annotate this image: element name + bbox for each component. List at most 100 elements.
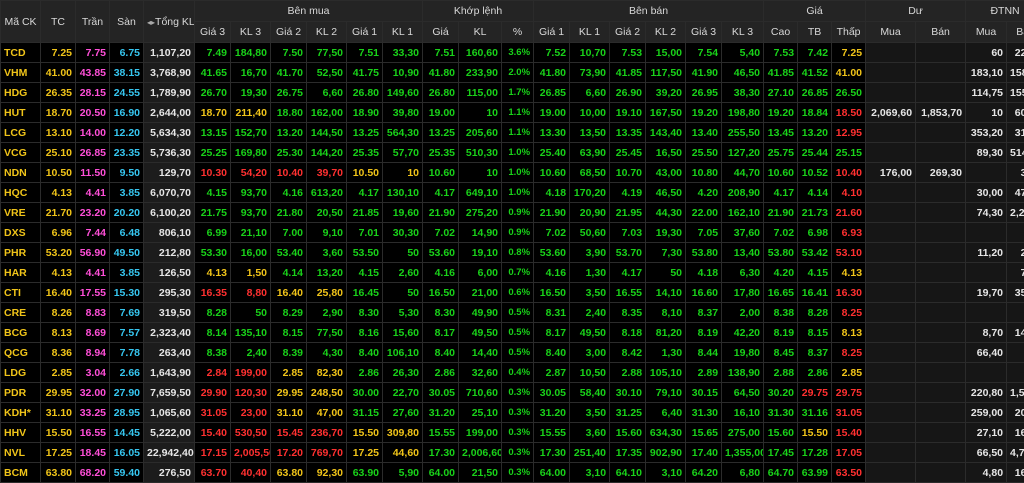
cell-23 xyxy=(916,43,966,63)
symbol-cell[interactable]: CTI xyxy=(1,283,41,303)
symbol-cell[interactable]: KDH* xyxy=(1,403,41,423)
table-row[interactable]: LCG13.1014.0012.205,634,3013.15152,7013.… xyxy=(1,123,1024,143)
symbol-cell[interactable]: LDG xyxy=(1,363,41,383)
table-row[interactable]: CTI16.4017.5515.30295,3016.358,8016.4025… xyxy=(1,283,1024,303)
subcol-10[interactable]: KL 1 xyxy=(570,22,610,43)
table-row[interactable]: VCG25.1026.8523.355,736,3025.25169,8025.… xyxy=(1,143,1024,163)
symbol-cell[interactable]: VRE xyxy=(1,203,41,223)
subcol-19[interactable]: Bán xyxy=(916,22,966,43)
table-row[interactable]: QCG8.368.947.78263,408.382,408.394,308.4… xyxy=(1,343,1024,363)
cell-13: 8.17 xyxy=(534,323,570,343)
cell-9: 149,60 xyxy=(383,83,423,103)
symbol-cell[interactable]: QCG xyxy=(1,343,41,363)
cell-2: 12.20 xyxy=(110,123,144,143)
symbol-cell[interactable]: CRE xyxy=(1,303,41,323)
cell-24: 220,80 xyxy=(966,383,1007,403)
col-tran[interactable]: Trần xyxy=(76,1,110,43)
symbol-cell[interactable]: HHV xyxy=(1,423,41,443)
cell-10: 4.16 xyxy=(423,263,459,283)
symbol-cell[interactable]: VCG xyxy=(1,143,41,163)
table-row[interactable]: TCD7.257.756.751,107,207.49184,807.5077,… xyxy=(1,43,1024,63)
table-row[interactable]: DXS6.967.446.48806,106.9921,107.009,107.… xyxy=(1,223,1024,243)
symbol-cell[interactable]: NDN xyxy=(1,163,41,183)
table-row[interactable]: HAR4.134.413.85126,504.131,504.1413,204.… xyxy=(1,263,1024,283)
table-row[interactable]: NVL17.2518.4516.0522,942,4017.152,005,50… xyxy=(1,443,1024,463)
cell-17: 22.00 xyxy=(686,203,722,223)
symbol-cell[interactable]: LCG xyxy=(1,123,41,143)
symbol-cell[interactable]: PHR xyxy=(1,243,41,263)
cell-1: 4.41 xyxy=(76,263,110,283)
symbol-cell[interactable]: BCM xyxy=(1,463,41,483)
cell-11: 14,40 xyxy=(459,343,502,363)
cell-1: 23.20 xyxy=(76,203,110,223)
cell-1: 33.25 xyxy=(76,403,110,423)
cell-7: 162,00 xyxy=(307,103,347,123)
subcol-4[interactable]: Giá 1 xyxy=(347,22,383,43)
subcol-18[interactable]: Mua xyxy=(866,22,916,43)
subcol-9[interactable]: Giá 1 xyxy=(534,22,570,43)
cell-25 xyxy=(1007,223,1024,243)
cell-16: 634,30 xyxy=(646,423,686,443)
cell-15: 17.35 xyxy=(610,443,646,463)
subcol-6[interactable]: Giá xyxy=(423,22,459,43)
subcol-1[interactable]: KL 3 xyxy=(231,22,271,43)
symbol-cell[interactable]: HQC xyxy=(1,183,41,203)
table-row[interactable]: KDH*31.1033.2528.951,065,6031.0523,0031.… xyxy=(1,403,1024,423)
cell-15: 2.88 xyxy=(610,363,646,383)
subcol-16[interactable]: TB xyxy=(798,22,832,43)
table-row[interactable]: HHV15.5016.5514.455,222,0015.40530,5015.… xyxy=(1,423,1024,443)
table-row[interactable]: HQC4.134.413.856,070,704.1593,704.16613,… xyxy=(1,183,1024,203)
symbol-cell[interactable]: PDR xyxy=(1,383,41,403)
subcol-15[interactable]: Cao xyxy=(764,22,798,43)
subcol-12[interactable]: KL 2 xyxy=(646,22,686,43)
symbol-cell[interactable]: TCD xyxy=(1,43,41,63)
symbol-cell[interactable]: HAR xyxy=(1,263,41,283)
subcol-2[interactable]: Giá 2 xyxy=(271,22,307,43)
col-tong-kl[interactable]: ◂▸Tổng KL xyxy=(144,1,195,43)
cell-23 xyxy=(916,183,966,203)
subcol-8[interactable]: % xyxy=(502,22,534,43)
cell-14: 20,90 xyxy=(570,203,610,223)
subcol-7[interactable]: KL xyxy=(459,22,502,43)
table-row[interactable]: VRE21.7023.2020.206,100,2021.7593,7021.8… xyxy=(1,203,1024,223)
cell-25 xyxy=(1007,303,1024,323)
symbol-cell[interactable]: VHM xyxy=(1,63,41,83)
cell-10: 2.86 xyxy=(423,363,459,383)
subcol-21[interactable]: Bán xyxy=(1007,22,1024,43)
symbol-cell[interactable]: BCG xyxy=(1,323,41,343)
subcol-14[interactable]: KL 3 xyxy=(722,22,764,43)
cell-23: 269,30 xyxy=(916,163,966,183)
col-san[interactable]: Sàn xyxy=(110,1,144,43)
subcol-0[interactable]: Giá 3 xyxy=(195,22,231,43)
subcol-11[interactable]: Giá 2 xyxy=(610,22,646,43)
col-ma-ck[interactable]: Mã CK xyxy=(1,1,41,43)
table-row[interactable]: LDG2.853.042.661,643,902.84199,002.8582,… xyxy=(1,363,1024,383)
table-row[interactable]: PDR29.9532.0027.907,659,5029.90120,3029.… xyxy=(1,383,1024,403)
subcol-20[interactable]: Mua xyxy=(966,22,1007,43)
table-row[interactable]: PHR53.2056.9049.50212,8053.3016,0053.403… xyxy=(1,243,1024,263)
symbol-cell[interactable]: DXS xyxy=(1,223,41,243)
cell-25: 2,10 xyxy=(1007,243,1024,263)
symbol-cell[interactable]: HUT xyxy=(1,103,41,123)
subcol-5[interactable]: KL 1 xyxy=(383,22,423,43)
cell-18: 127,20 xyxy=(722,143,764,163)
table-row[interactable]: NDN10.5011.509.50129,7010.3054,2010.4039… xyxy=(1,163,1024,183)
symbol-cell[interactable]: NVL xyxy=(1,443,41,463)
cell-12: 0.3% xyxy=(502,463,534,483)
cell-7: 3,60 xyxy=(307,243,347,263)
cell-9: 30,30 xyxy=(383,223,423,243)
subcol-17[interactable]: Thấp xyxy=(832,22,866,43)
symbol-cell[interactable]: HDG xyxy=(1,83,41,103)
table-row[interactable]: CRE8.268.837.69319,508.28508.292,908.305… xyxy=(1,303,1024,323)
table-row[interactable]: BCM63.8068.2059.40276,5063.7040,4063.809… xyxy=(1,463,1024,483)
subcol-13[interactable]: Giá 3 xyxy=(686,22,722,43)
cell-22 xyxy=(866,463,916,483)
cell-13: 8.40 xyxy=(534,343,570,363)
subcol-3[interactable]: KL 2 xyxy=(307,22,347,43)
col-tc[interactable]: TC xyxy=(41,1,76,43)
table-row[interactable]: VHM41.0043.8538.153,768,9041.6516,7041.7… xyxy=(1,63,1024,83)
table-row[interactable]: HUT18.7020.5016.902,644,0018.70211,4018.… xyxy=(1,103,1024,123)
table-row[interactable]: BCG8.138.697.572,323,408.14135,108.1577,… xyxy=(1,323,1024,343)
cell-17: 4.18 xyxy=(686,263,722,283)
table-row[interactable]: HDG26.3528.1524.551,789,9026.7019,3026.7… xyxy=(1,83,1024,103)
